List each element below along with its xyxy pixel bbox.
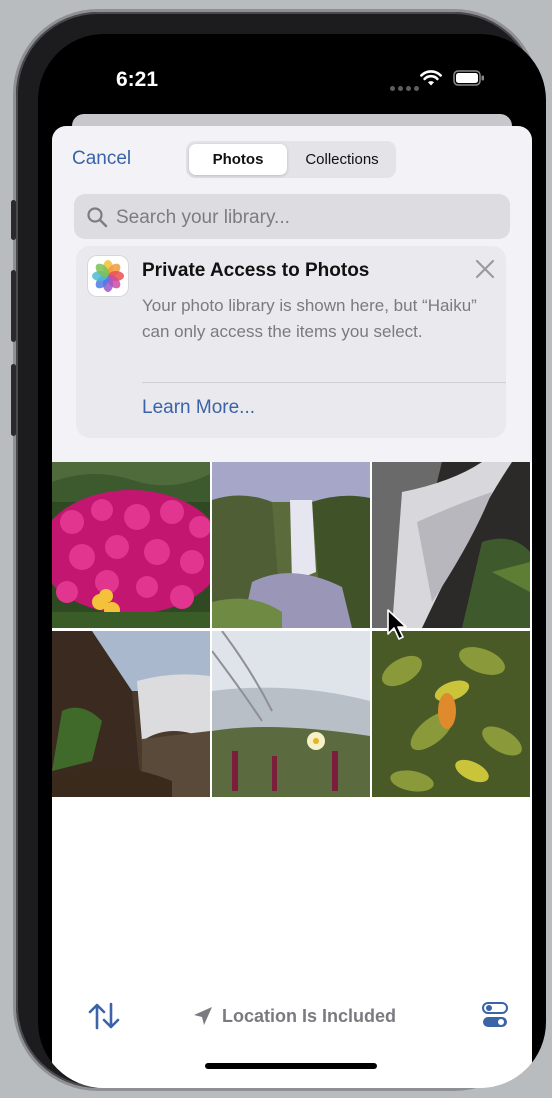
status-bar: 6:21 bbox=[38, 34, 546, 114]
photo-thumbnail[interactable] bbox=[212, 631, 370, 797]
card-description: Your photo library is shown here, but “H… bbox=[142, 296, 477, 341]
photo-picker-sheet: Cancel Photos Collections Search your li… bbox=[52, 126, 532, 1088]
close-icon[interactable] bbox=[474, 258, 496, 280]
home-indicator bbox=[205, 1063, 377, 1069]
cellular-signal-icon bbox=[390, 78, 422, 96]
sort-icon[interactable] bbox=[88, 1002, 120, 1030]
private-access-card: Private Access to Photos Your photo libr… bbox=[76, 246, 506, 438]
location-arrow-icon bbox=[194, 1007, 212, 1025]
phone-frame: 6:21 Cancel Photos Collections Search yo… bbox=[11, 12, 546, 1088]
cancel-button[interactable]: Cancel bbox=[72, 148, 131, 170]
photo-thumbnail[interactable] bbox=[372, 462, 530, 628]
card-title: Private Access to Photos bbox=[142, 260, 370, 281]
location-options-button[interactable]: Location Is Included bbox=[192, 1002, 396, 1030]
battery-icon bbox=[453, 70, 484, 86]
card-divider bbox=[142, 382, 506, 383]
screen: 6:21 Cancel Photos Collections Search yo… bbox=[38, 34, 546, 1088]
location-label: Location Is Included bbox=[222, 1005, 397, 1026]
action-button bbox=[11, 200, 16, 240]
bottom-toolbar: Location Is Included bbox=[52, 986, 532, 1046]
photos-app-icon bbox=[88, 256, 128, 296]
waterfall-photo-icon bbox=[212, 462, 370, 628]
view-segmented-control: Photos Collections bbox=[186, 141, 396, 178]
photo-thumbnail[interactable] bbox=[52, 631, 210, 797]
mouse-pointer-icon bbox=[387, 609, 407, 640]
search-bar bbox=[74, 194, 510, 241]
volume-down-button bbox=[11, 364, 16, 436]
search-input[interactable] bbox=[114, 194, 498, 241]
search-icon bbox=[87, 207, 108, 228]
segment-collections[interactable]: Collections bbox=[290, 144, 394, 175]
wifi-icon bbox=[420, 70, 442, 86]
waterfall-closeup-photo-icon bbox=[372, 462, 530, 628]
volume-up-button bbox=[11, 270, 16, 342]
photo-thumbnail[interactable] bbox=[372, 631, 530, 797]
status-time: 6:21 bbox=[116, 68, 159, 91]
photo-thumbnail[interactable] bbox=[212, 462, 370, 628]
cliff-waterfall-photo-icon bbox=[52, 631, 210, 797]
leaves-photo-icon bbox=[372, 631, 530, 797]
options-toggle-icon[interactable] bbox=[482, 1002, 508, 1028]
learn-more-link[interactable]: Learn More... bbox=[142, 397, 255, 419]
photo-thumbnail[interactable] bbox=[52, 462, 210, 628]
flowers-photo-icon bbox=[52, 462, 210, 628]
segment-photos[interactable]: Photos bbox=[189, 144, 287, 175]
grass-flower-photo-icon bbox=[212, 631, 370, 797]
